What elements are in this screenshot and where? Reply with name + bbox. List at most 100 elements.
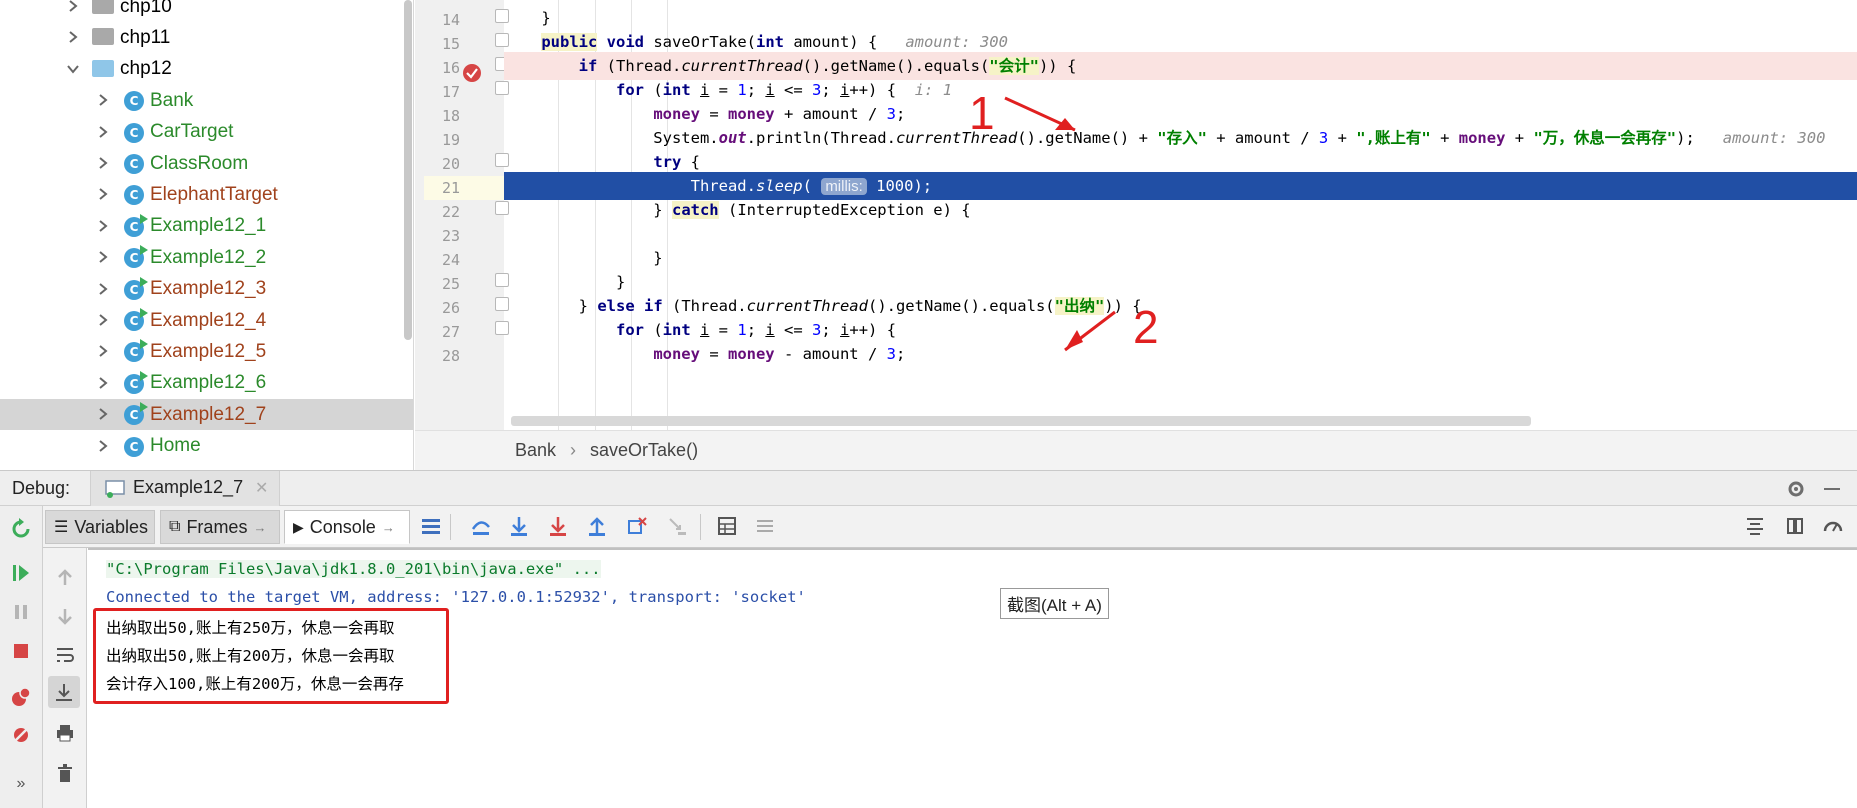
runnable-class-icon: C — [124, 370, 148, 394]
tab-variables[interactable]: ☰ Variables — [45, 510, 155, 544]
frames-icon: ⧉ — [169, 518, 181, 535]
console-output[interactable]: "C:\Program Files\Java\jdk1.8.0_201\bin\… — [88, 548, 1857, 808]
folder-icon — [92, 59, 114, 77]
soft-wrap-icon[interactable] — [52, 642, 78, 668]
breadcrumb-item[interactable]: Bank — [515, 440, 556, 461]
tree-item-label: chp11 — [120, 26, 171, 48]
close-icon[interactable]: ✕ — [255, 478, 268, 498]
tree-item[interactable]: C Bank — [0, 85, 413, 116]
step-out-icon[interactable] — [584, 513, 610, 539]
speedometer-icon[interactable] — [1820, 513, 1846, 539]
breadcrumb-item[interactable]: saveOrTake() — [590, 440, 698, 461]
console-icon: ▶ — [293, 518, 304, 535]
pin-arrow-icon[interactable]: → — [382, 520, 395, 535]
stop-icon[interactable] — [8, 638, 34, 664]
tree-item[interactable]: C CarTarget — [0, 117, 413, 148]
tree-item-label: Example12_1 — [150, 215, 267, 237]
chevron-right-icon[interactable] — [96, 93, 110, 107]
chevron-right-icon[interactable] — [96, 282, 110, 296]
chevron-right-icon[interactable] — [96, 187, 110, 201]
tree-item[interactable]: C Example12_4 — [0, 305, 413, 336]
scroll-to-end-icon[interactable] — [48, 676, 80, 708]
tree-item[interactable]: chp10 — [0, 0, 413, 22]
tree-item[interactable]: C ElephantTarget — [0, 179, 413, 210]
force-step-into-icon[interactable] — [545, 513, 571, 539]
tab-console[interactable]: ▶ Console → — [284, 510, 410, 544]
debug-label: Debug: — [12, 478, 71, 498]
tree-item-label: CarTarget — [150, 121, 234, 143]
tree-item-label: Home — [150, 435, 201, 457]
step-into-icon[interactable] — [506, 513, 532, 539]
annotation-arrow-1 — [1004, 96, 1116, 352]
runnable-class-icon: C — [124, 339, 148, 363]
gear-icon[interactable] — [1786, 479, 1806, 499]
console-side-toolbar — [43, 548, 87, 808]
code-editor[interactable]: 14 15 16 17 18 19 20 21 22 23 24 25 26 27 28 } public … — [415, 0, 1857, 430]
drop-frame-icon[interactable] — [624, 513, 650, 539]
tree-item-label: Example12_2 — [150, 246, 267, 268]
chevron-right-icon[interactable] — [66, 30, 80, 44]
tree-item[interactable]: C Example12_3 — [0, 274, 413, 305]
tree-item[interactable]: C Example12_2 — [0, 242, 413, 273]
mute-breakpoints-icon[interactable] — [8, 722, 34, 748]
tree-item[interactable]: C ClassRoom — [0, 148, 413, 179]
tab-frames-label: Frames — [186, 516, 248, 537]
run-to-cursor-icon — [664, 513, 690, 539]
debug-config-tab[interactable]: Example12_7 ✕ — [90, 471, 280, 506]
resume-icon[interactable] — [8, 560, 34, 586]
tooltip: 截图(Alt + A) — [1000, 588, 1109, 619]
console-line: "C:\Program Files\Java\jdk1.8.0_201\bin\… — [106, 560, 601, 578]
runnable-class-icon: C — [124, 308, 148, 331]
chevron-right-icon[interactable] — [96, 407, 110, 421]
chevron-right-icon[interactable] — [96, 439, 110, 453]
annotation-label-2: 2 — [1133, 301, 1159, 353]
tree-item[interactable]: C Home — [0, 431, 413, 462]
annotation-label-1: 1 — [969, 87, 995, 139]
class-icon: C — [124, 185, 144, 206]
step-over-icon[interactable] — [468, 513, 494, 539]
console-line: Connected to the target VM, address: '12… — [106, 588, 806, 606]
tab-variables-label: Variables — [74, 516, 149, 537]
variables-icon: ☰ — [54, 519, 69, 536]
minimize-icon[interactable] — [1824, 488, 1840, 490]
tree-item[interactable]: chp11 — [0, 22, 413, 53]
tree-item-label: chp10 — [120, 0, 172, 17]
chevron-down-icon[interactable] — [66, 62, 80, 76]
tree-item[interactable]: C Example12_1 — [0, 211, 413, 242]
runnable-class-icon: C — [124, 402, 148, 426]
folder-icon — [92, 0, 114, 14]
print-icon[interactable] — [52, 720, 78, 746]
class-icon: C — [124, 122, 144, 143]
tree-item-label: Example12_3 — [150, 278, 267, 300]
project-tree: chp10 chp11 chp12 C Bank C CarTarget C ClassRoom… — [0, 0, 414, 470]
annotation-highlight-box — [93, 608, 449, 704]
tree-item-label: ClassRoom — [150, 152, 249, 174]
evaluate-expression-icon[interactable] — [714, 513, 740, 539]
tree-item[interactable]: C Example12_6 — [0, 368, 413, 399]
pin-arrow-icon[interactable]: → — [253, 520, 266, 535]
rerun-icon[interactable] — [8, 516, 34, 542]
chevron-right-icon[interactable] — [96, 156, 110, 170]
chevron-right-icon[interactable] — [66, 0, 80, 13]
tab-frames[interactable]: ⧉ Frames → — [160, 510, 280, 544]
debug-left-rail: » — [0, 506, 43, 808]
chevron-right-icon[interactable] — [96, 313, 110, 327]
more-icon[interactable]: » — [8, 771, 34, 797]
chevron-right-icon[interactable] — [96, 125, 110, 139]
trash-icon[interactable] — [52, 760, 78, 786]
chevron-right-icon[interactable] — [96, 344, 110, 358]
view-breakpoints-icon[interactable] — [8, 684, 34, 710]
show-execution-point-icon[interactable] — [418, 513, 444, 539]
chevron-right-icon[interactable] — [96, 219, 110, 233]
tree-item[interactable]: chp12 — [0, 54, 413, 85]
chevron-right-icon[interactable] — [96, 376, 110, 390]
restore-layout-icon[interactable] — [1782, 513, 1808, 539]
tree-scrollbar[interactable] — [404, 0, 412, 340]
layout-settings-icon[interactable] — [1742, 513, 1768, 539]
runnable-class-icon: C — [124, 213, 148, 237]
tree-item[interactable]: C Example12_5 — [0, 336, 413, 367]
trace-current-stream-icon — [752, 513, 778, 539]
chevron-right-icon[interactable] — [96, 250, 110, 264]
class-icon: C — [124, 154, 144, 174]
tree-item[interactable]: C Example12_7 — [0, 399, 413, 431]
